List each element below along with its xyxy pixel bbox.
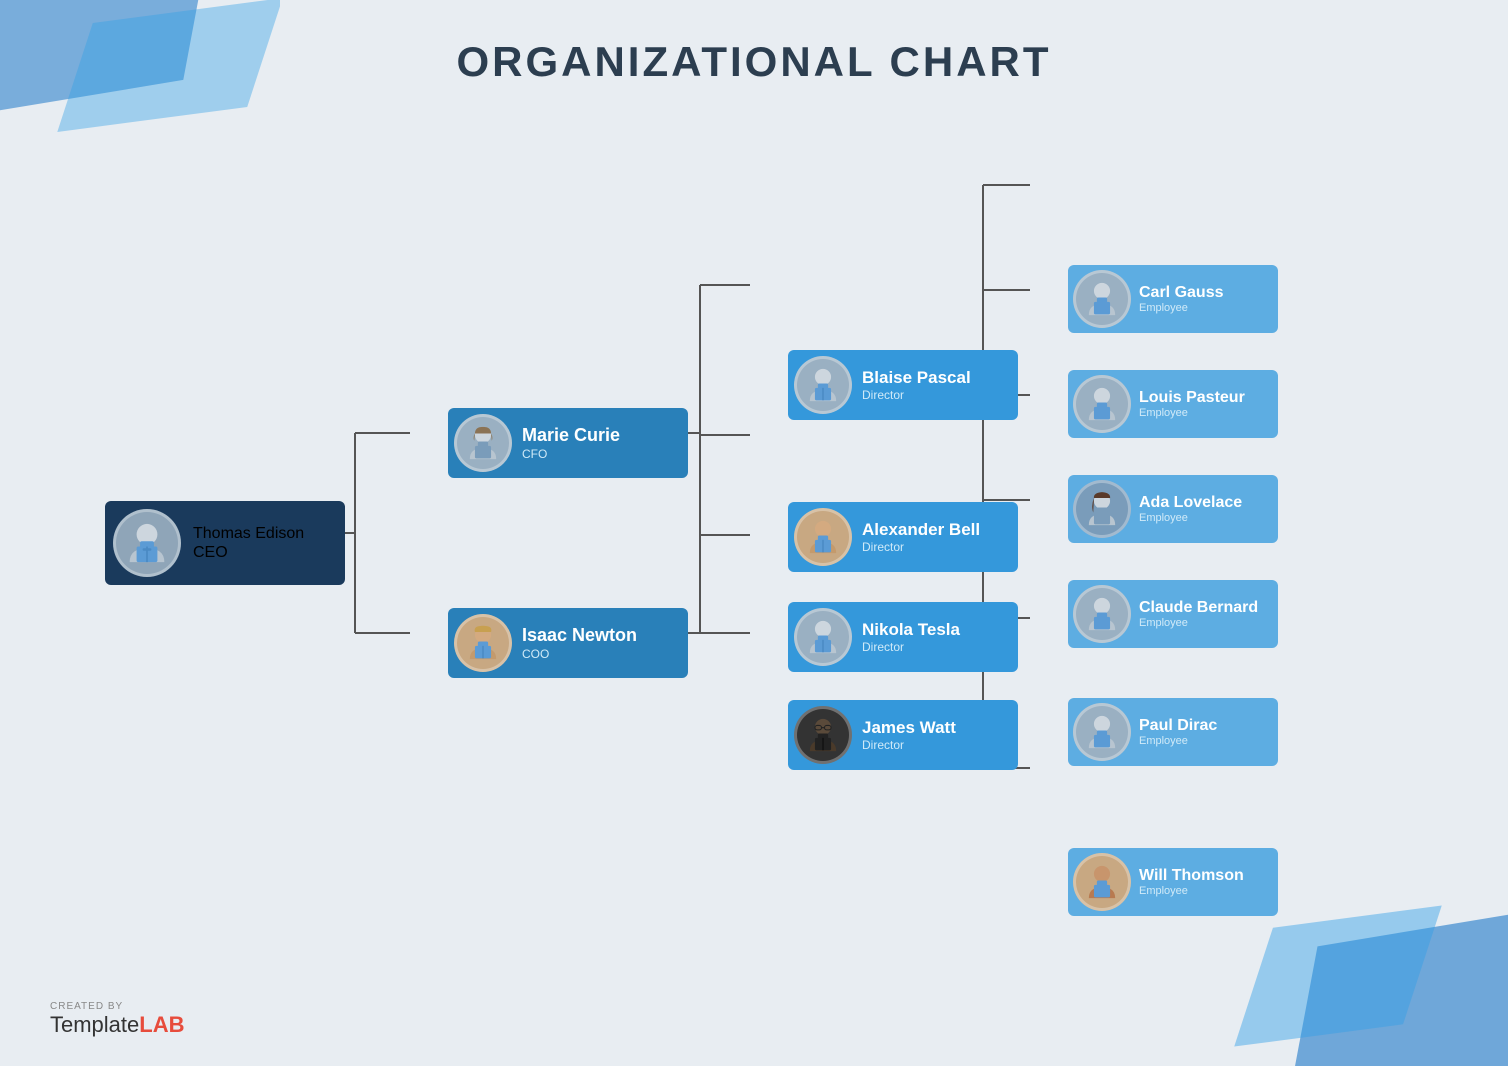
ceo-avatar bbox=[113, 509, 181, 577]
employee-2-node: Louis Pasteur Employee bbox=[1068, 370, 1278, 438]
employee-1-label: Carl Gauss Employee bbox=[1139, 283, 1223, 315]
employee-1-node: Carl Gauss Employee bbox=[1068, 265, 1278, 333]
page-title: ORGANIZATIONAL CHART bbox=[0, 38, 1508, 86]
ceo-node: Thomas Edison CEO bbox=[105, 501, 345, 585]
employee-6-node: Will Thomson Employee bbox=[1068, 848, 1278, 916]
employee-3-node: Ada Lovelace Employee bbox=[1068, 475, 1278, 543]
coo-avatar bbox=[454, 614, 512, 672]
employee-1-avatar bbox=[1073, 270, 1131, 328]
director-3-label: Nikola Tesla Director bbox=[862, 620, 960, 655]
employee-3-label: Ada Lovelace Employee bbox=[1139, 493, 1242, 525]
director-4-label: James Watt Director bbox=[862, 718, 956, 753]
employee-4-node: Claude Bernard Employee bbox=[1068, 580, 1278, 648]
brand-bold: LAB bbox=[139, 1012, 184, 1037]
employee-5-avatar bbox=[1073, 703, 1131, 761]
employee-6-avatar bbox=[1073, 853, 1131, 911]
chart-container: Thomas Edison CEO Marie Curie bbox=[40, 120, 1488, 966]
employee-4-avatar bbox=[1073, 585, 1131, 643]
employee-4-label: Claude Bernard Employee bbox=[1139, 598, 1258, 630]
ceo-label: Thomas Edison CEO bbox=[193, 524, 304, 562]
cfo-label: Marie Curie CFO bbox=[522, 425, 620, 461]
coo-label: Isaac Newton COO bbox=[522, 625, 637, 661]
employee-3-avatar bbox=[1073, 480, 1131, 538]
director-4-avatar bbox=[794, 706, 852, 764]
cfo-node: Marie Curie CFO bbox=[448, 408, 688, 478]
employee-5-label: Paul Dirac Employee bbox=[1139, 716, 1217, 748]
employee-2-label: Louis Pasteur Employee bbox=[1139, 388, 1245, 420]
director-4-node: James Watt Director bbox=[788, 700, 1018, 770]
director-2-label: Alexander Bell Director bbox=[862, 520, 980, 555]
director-1-node: Blaise Pascal Director bbox=[788, 350, 1018, 420]
director-1-label: Blaise Pascal Director bbox=[862, 368, 971, 403]
director-1-avatar bbox=[794, 356, 852, 414]
coo-node: Isaac Newton COO bbox=[448, 608, 688, 678]
brand-regular: Template bbox=[50, 1012, 139, 1037]
employee-2-avatar bbox=[1073, 375, 1131, 433]
director-3-node: Nikola Tesla Director bbox=[788, 602, 1018, 672]
employee-6-label: Will Thomson Employee bbox=[1139, 866, 1244, 898]
employee-5-node: Paul Dirac Employee bbox=[1068, 698, 1278, 766]
director-3-avatar bbox=[794, 608, 852, 666]
director-2-node: Alexander Bell Director bbox=[788, 502, 1018, 572]
director-2-avatar bbox=[794, 508, 852, 566]
watermark: CREATED BY TemplateLAB bbox=[50, 1001, 185, 1038]
cfo-avatar bbox=[454, 414, 512, 472]
